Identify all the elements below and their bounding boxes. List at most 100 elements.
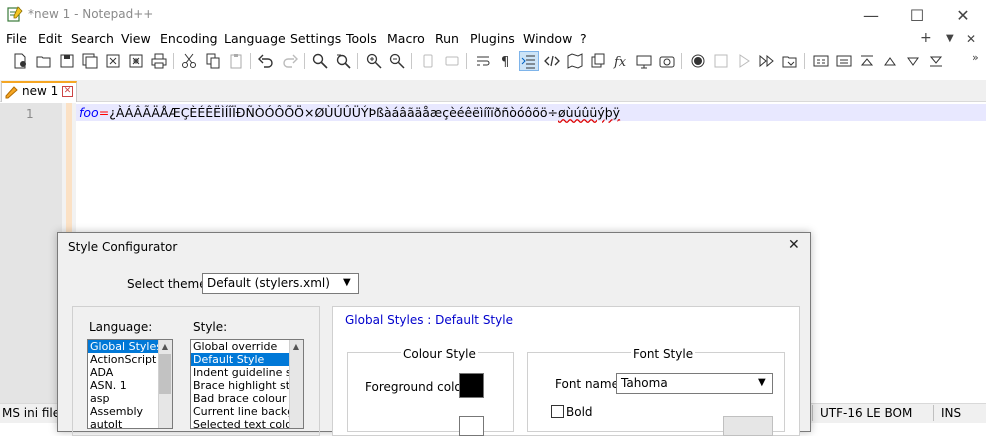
tab-label: new 1 [22, 84, 59, 98]
status-divider [933, 405, 934, 421]
save-macro-icon[interactable] [780, 51, 800, 71]
menu-view[interactable]: View [121, 31, 151, 46]
menu-encoding[interactable]: Encoding [160, 31, 218, 46]
menu-file[interactable]: File [6, 31, 27, 46]
style-scrollbar[interactable]: ▲ [289, 340, 303, 428]
style-item[interactable]: Indent guideline sty [191, 366, 303, 379]
scrollbar-thumb[interactable] [159, 354, 171, 394]
menu-edit[interactable]: Edit [38, 31, 62, 46]
style-label: Style: [193, 320, 228, 334]
menu-window[interactable]: Window [523, 31, 572, 46]
style-item[interactable]: Brace highlight style [191, 379, 303, 392]
menu-run[interactable]: Run [435, 31, 459, 46]
scroll-up-icon[interactable]: ▲ [289, 340, 303, 353]
theme-label: Select theme: [127, 277, 211, 291]
modified-doc-icon [4, 84, 20, 103]
find-icon[interactable] [310, 51, 330, 71]
record-macro-icon[interactable] [688, 51, 708, 71]
panel-1-icon[interactable] [811, 51, 831, 71]
menu-settings[interactable]: Settings [290, 31, 341, 46]
scroll-up-icon[interactable]: ▲ [158, 340, 172, 353]
style-item[interactable]: Selected text colour [191, 418, 303, 428]
style-item-default-style[interactable]: Default Style [191, 353, 303, 366]
play-multiple-icon[interactable] [757, 51, 777, 71]
undo-icon[interactable] [256, 51, 276, 71]
folder-workspace-icon[interactable] [634, 51, 654, 71]
new-tab-button[interactable]: + [920, 30, 932, 46]
save-icon[interactable] [57, 51, 77, 71]
status-insert-mode: INS [941, 406, 962, 420]
maximize-button[interactable]: ☐ [894, 0, 940, 30]
sync-horizontal-icon[interactable] [442, 51, 462, 71]
copy-icon[interactable] [203, 51, 223, 71]
minimize-button[interactable]: — [848, 0, 894, 30]
ini-operator: = [98, 105, 110, 120]
triangle-up-icon[interactable] [880, 51, 900, 71]
style-listbox[interactable]: Global override Default Style Indent gui… [190, 339, 304, 429]
close-all-icon[interactable] [126, 51, 146, 71]
new-file-icon[interactable] [10, 51, 30, 71]
background-colour-swatch[interactable] [459, 416, 484, 436]
dialog-close-button[interactable]: ✕ [788, 237, 800, 253]
paste-icon[interactable] [226, 51, 246, 71]
font-name-select[interactable]: Tahoma [616, 373, 773, 394]
window-title: *new 1 - Notepad++ [28, 7, 154, 21]
menu-macro[interactable]: Macro [387, 31, 425, 46]
move-down-icon[interactable] [926, 51, 946, 71]
save-all-icon[interactable] [80, 51, 100, 71]
document-map-icon[interactable] [565, 51, 585, 71]
menu-help[interactable]: ? [580, 31, 587, 46]
indent-guide-icon[interactable] [519, 51, 539, 71]
doc-list-icon[interactable] [588, 51, 608, 71]
redo-icon[interactable] [280, 51, 300, 71]
play-macro-icon[interactable] [734, 51, 754, 71]
tab-list-button[interactable]: ▼ [946, 33, 954, 44]
style-item[interactable]: Current line backgro [191, 405, 303, 418]
dialog-title: Style Configurator [68, 240, 178, 254]
close-icon[interactable] [103, 51, 123, 71]
open-file-icon[interactable] [34, 51, 54, 71]
bold-label: Bold [566, 405, 593, 419]
close-window-button[interactable]: ✕ [940, 0, 986, 30]
word-wrap-icon[interactable] [473, 51, 493, 71]
function-list-icon[interactable]: fx [611, 51, 631, 71]
panel-2-icon[interactable] [834, 51, 854, 71]
close-doc-button[interactable]: ✕ [966, 32, 976, 46]
font-size-select[interactable] [723, 416, 773, 436]
language-scrollbar[interactable]: ▲ [158, 340, 172, 428]
bold-checkbox[interactable] [551, 405, 564, 418]
print-icon[interactable] [149, 51, 169, 71]
editor-line[interactable]: foo=¿ÀÁÂÃÄÅÆÇÈÉÊËÌÍÎÏÐÑÒÓÔÕÖ×ØÙÚÛÜÝÞßàáâ… [79, 105, 620, 120]
triangle-down-icon[interactable] [903, 51, 923, 71]
toolbar-separator [173, 53, 174, 69]
stop-macro-icon[interactable] [711, 51, 731, 71]
toolbar-separator [304, 53, 305, 69]
theme-select[interactable]: Default (stylers.xml) [202, 273, 359, 294]
monitoring-icon[interactable] [657, 51, 677, 71]
menu-plugins[interactable]: Plugins [470, 31, 515, 46]
status-encoding[interactable]: UTF-16 LE BOM [820, 406, 912, 420]
toolbar-separator [804, 53, 805, 69]
foreground-colour-swatch[interactable] [459, 373, 484, 398]
toolbar-overflow-icon[interactable]: » [972, 51, 979, 64]
replace-icon[interactable] [333, 51, 353, 71]
xml-tag-icon[interactable] [542, 51, 562, 71]
move-up-icon[interactable] [857, 51, 877, 71]
zoom-in-icon[interactable] [364, 51, 384, 71]
toolbar-separator [681, 53, 682, 69]
sync-vertical-icon[interactable] [418, 51, 438, 71]
zoom-out-icon[interactable] [387, 51, 407, 71]
menu-tools[interactable]: Tools [346, 31, 377, 46]
menu-language[interactable]: Language [224, 31, 286, 46]
toolbar-separator [466, 53, 467, 69]
tab-close-icon[interactable]: ✕ [62, 86, 73, 97]
ini-value: ¿ÀÁÂÃÄÅÆÇÈÉÊËÌÍÎÏÐÑÒÓÔÕÖ×ØÙÚÛÜÝÞßàáâãäåæ… [109, 105, 559, 120]
language-listbox[interactable]: Global Styles ActionScript ADA ASN. 1 as… [87, 339, 173, 429]
style-item[interactable]: Global override [191, 340, 303, 353]
style-item[interactable]: Bad brace colour [191, 392, 303, 405]
cut-icon[interactable] [179, 51, 199, 71]
chevron-down-icon: ▼ [758, 377, 766, 388]
menu-search[interactable]: Search [71, 31, 114, 46]
show-all-chars-icon[interactable]: ¶ [496, 51, 516, 71]
panel-title: Global Styles : Default Style [345, 313, 513, 327]
